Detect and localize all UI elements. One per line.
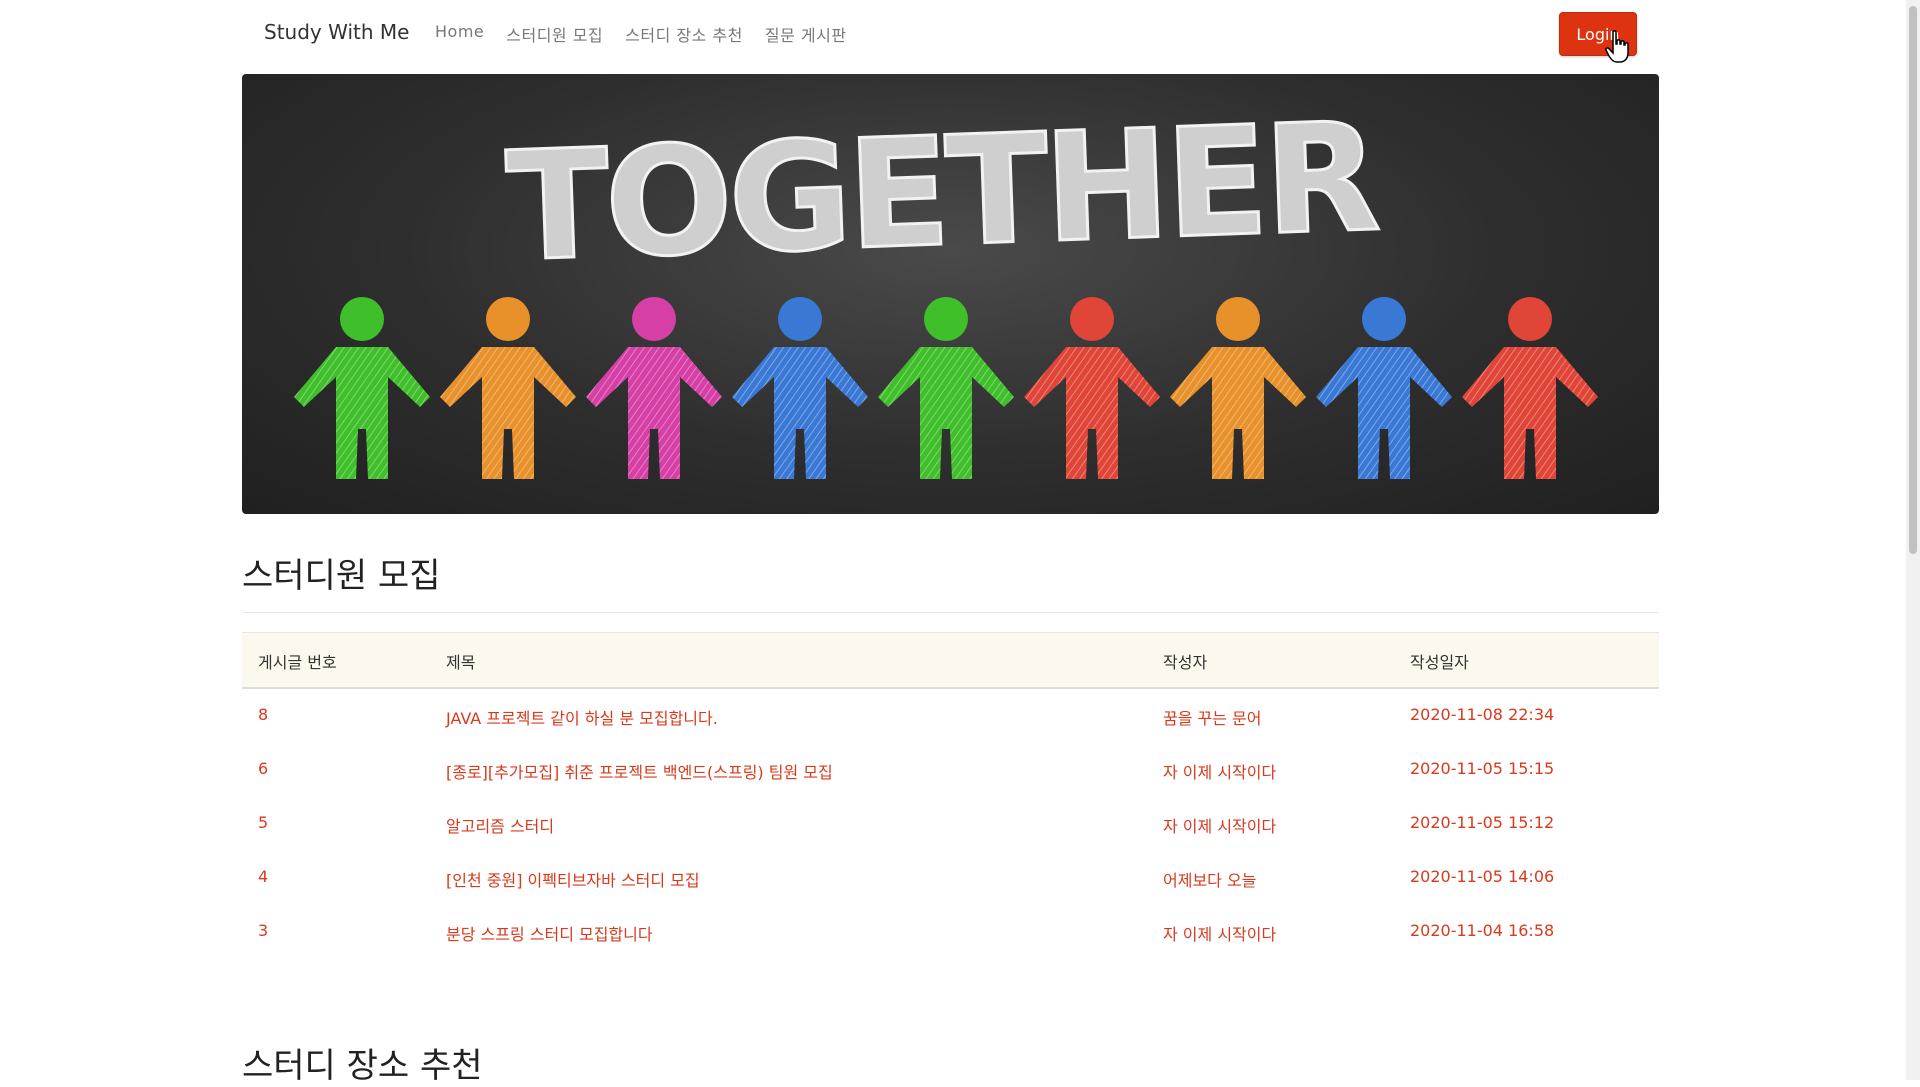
- table-header: 게시글 번호 제목 작성자 작성일자: [242, 632, 1659, 689]
- brand-logo[interactable]: Study With Me: [264, 20, 409, 44]
- nav-home[interactable]: Home: [435, 22, 484, 46]
- person-figure-icon: [732, 297, 868, 479]
- post-number[interactable]: 8: [258, 705, 268, 724]
- page-scrollbar[interactable]: [1906, 0, 1920, 1080]
- post-title[interactable]: 분당 스프링 스터디 모집합니다: [446, 921, 653, 945]
- post-title[interactable]: 알고리즘 스터디: [446, 813, 554, 837]
- person-figure-icon: [440, 297, 576, 479]
- post-title[interactable]: [종로][추가모집] 취준 프로젝트 백엔드(스프링) 팀원 모집: [446, 759, 833, 783]
- col-date: 작성일자: [1410, 653, 1469, 672]
- nav-places[interactable]: 스터디 장소 추천: [625, 22, 743, 46]
- person-figure-icon: [878, 297, 1014, 479]
- recruit-section-title: 스터디원 모집: [242, 556, 441, 596]
- col-number: 게시글 번호: [258, 653, 337, 672]
- table-row[interactable]: 6 [종로][추가모집] 취준 프로젝트 백엔드(스프링) 팀원 모집 자 이제…: [242, 743, 1659, 797]
- page-container: Study With Me Home 스터디원 모집 스터디 장소 추천 질문 …: [242, 0, 1659, 1086]
- table-row[interactable]: 5 알고리즘 스터디 자 이제 시작이다 2020-11-05 15:12: [242, 797, 1659, 851]
- nav-recruit[interactable]: 스터디원 모집: [506, 22, 603, 46]
- hero-banner: TOGETHER: [242, 74, 1659, 514]
- post-number[interactable]: 3: [258, 921, 268, 940]
- col-title: 제목: [446, 653, 476, 672]
- scrollbar-thumb[interactable]: [1909, 6, 1917, 554]
- person-figure-icon: [1316, 297, 1452, 479]
- table-row[interactable]: 3 분당 스프링 스터디 모집합니다 자 이제 시작이다 2020-11-04 …: [242, 905, 1659, 959]
- nav-qna[interactable]: 질문 게시판: [765, 22, 847, 46]
- post-date[interactable]: 2020-11-04 16:58: [1410, 921, 1554, 940]
- post-author[interactable]: 자 이제 시작이다: [1163, 813, 1276, 837]
- together-illustration: TOGETHER: [294, 89, 1598, 479]
- post-author[interactable]: 자 이제 시작이다: [1163, 921, 1276, 945]
- post-date[interactable]: 2020-11-05 15:15: [1410, 759, 1554, 778]
- col-author: 작성자: [1163, 653, 1208, 672]
- post-number[interactable]: 6: [258, 759, 268, 778]
- post-title[interactable]: JAVA 프로젝트 같이 하실 분 모집합니다.: [446, 705, 718, 729]
- post-date[interactable]: 2020-11-05 15:12: [1410, 813, 1554, 832]
- person-figure-icon: [1462, 297, 1598, 479]
- person-figure-icon: [294, 297, 430, 479]
- person-figure-icon: [1170, 297, 1306, 479]
- table-row[interactable]: 8 JAVA 프로젝트 같이 하실 분 모집합니다. 꿈을 꾸는 문어 2020…: [242, 689, 1659, 743]
- post-date[interactable]: 2020-11-05 14:06: [1410, 867, 1554, 886]
- post-title[interactable]: [인천 중원] 이펙티브자바 스터디 모집: [446, 867, 700, 891]
- post-number[interactable]: 5: [258, 813, 268, 832]
- recruit-table: 게시글 번호 제목 작성자 작성일자 8 JAVA 프로젝트 같이 하실 분 모…: [242, 632, 1659, 959]
- post-author[interactable]: 자 이제 시작이다: [1163, 759, 1276, 783]
- hand-cursor-icon: [1605, 30, 1629, 63]
- post-number[interactable]: 4: [258, 867, 268, 886]
- person-figure-icon: [1024, 297, 1160, 479]
- nav-links: Home 스터디원 모집 스터디 장소 추천 질문 게시판: [435, 22, 847, 46]
- banner-text: TOGETHER: [504, 91, 1380, 295]
- post-date[interactable]: 2020-11-08 22:34: [1410, 705, 1554, 724]
- person-figure-icon: [586, 297, 722, 479]
- section-divider: [242, 612, 1659, 613]
- post-author[interactable]: 어제보다 오늘: [1163, 867, 1256, 891]
- navbar: Study With Me Home 스터디원 모집 스터디 장소 추천 질문 …: [242, 0, 1659, 66]
- post-author[interactable]: 꿈을 꾸는 문어: [1163, 705, 1262, 729]
- table-row[interactable]: 4 [인천 중원] 이펙티브자바 스터디 모집 어제보다 오늘 2020-11-…: [242, 851, 1659, 905]
